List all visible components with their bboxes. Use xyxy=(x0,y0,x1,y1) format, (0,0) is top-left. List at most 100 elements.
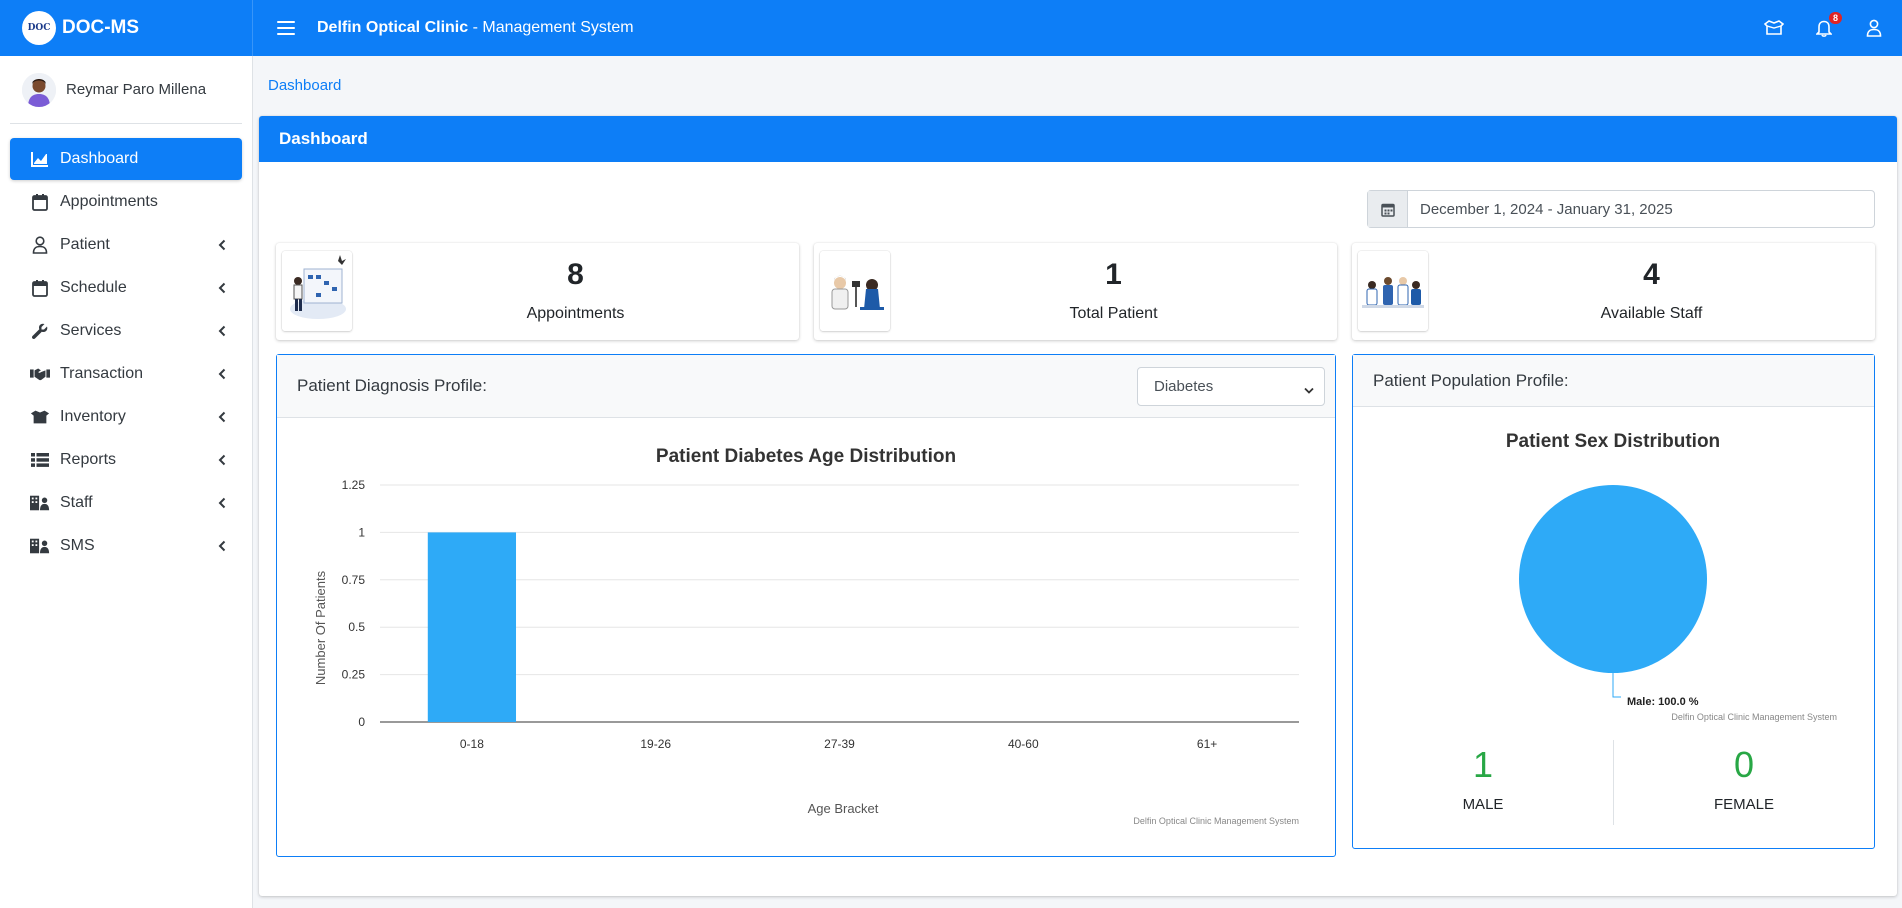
brand-logo: DOC xyxy=(22,11,56,45)
x-axis-title: Age Bracket xyxy=(808,801,879,816)
stat-value: 1 xyxy=(1105,258,1122,291)
diagnosis-select[interactable]: Diabetes xyxy=(1137,367,1325,406)
stat-available-staff[interactable]: 4 Available Staff xyxy=(1352,243,1875,340)
diagnosis-select-value: Diabetes xyxy=(1154,378,1214,395)
bell-icon[interactable]: 8 xyxy=(1814,12,1842,38)
sidebar-item-transaction[interactable]: Transaction xyxy=(10,353,242,395)
sidebar-item-label: Schedule xyxy=(60,279,127,296)
diagnosis-bar-chart: Patient Diabetes Age Distribution 00.250… xyxy=(313,446,1299,826)
stat-label: Appointments xyxy=(526,305,625,322)
sidebar-item-label: Transaction xyxy=(60,365,143,382)
user-panel[interactable]: Reymar Paro Millena xyxy=(10,56,242,124)
pie-slice[interactable] xyxy=(1519,485,1707,673)
wrench-icon xyxy=(30,321,50,341)
date-range-input[interactable]: December 1, 2024 - January 31, 2025 xyxy=(1408,191,1673,227)
clinic-name: Delfin Optical Clinic xyxy=(317,19,469,36)
sidebar-item-label: Inventory xyxy=(60,408,126,425)
chevron-left-icon xyxy=(218,496,226,514)
chart-credit: Delfin Optical Clinic Management System xyxy=(1671,712,1837,722)
sidebar-item-label: SMS xyxy=(60,537,95,554)
chart-area-icon xyxy=(30,149,50,169)
sidebar-item-inventory[interactable]: Inventory xyxy=(10,396,242,438)
user-name: Reymar Paro Millena xyxy=(66,81,207,98)
notification-badge: 8 xyxy=(1828,12,1842,24)
male-count: 1 xyxy=(1472,744,1494,785)
dashboard-card-title: Dashboard xyxy=(259,116,1897,162)
sidebar-item-services[interactable]: Services xyxy=(10,310,242,352)
sidebar-item-label: Staff xyxy=(60,494,93,511)
diagnosis-panel-title: Patient Diagnosis Profile: xyxy=(297,376,487,395)
sidebar-item-schedule[interactable]: Schedule xyxy=(10,267,242,309)
male-label: MALE xyxy=(1462,796,1504,813)
chart-bars xyxy=(427,532,517,722)
female-count-block: 0 FEMALE xyxy=(1613,740,1874,825)
sidebar-nav: Dashboard Appointments Patient Schedule … xyxy=(0,124,252,567)
y-tick-label: 0.5 xyxy=(348,620,365,634)
calendar-icon xyxy=(30,192,50,212)
bar[interactable] xyxy=(427,532,517,722)
y-tick-label: 0.75 xyxy=(342,573,366,587)
pie-slices xyxy=(1519,485,1707,698)
population-panel-header: Patient Population Profile: xyxy=(1353,355,1874,407)
chart-credit: Delfin Optical Clinic Management System xyxy=(1133,816,1299,826)
population-panel: Patient Population Profile: Patient Sex … xyxy=(1352,354,1875,849)
chart-y-ticks: 0 0.25 0.5 0.75 1 1.25 xyxy=(342,478,366,729)
stat-label: Total Patient xyxy=(1069,305,1158,322)
brand-text: DOC-MS xyxy=(62,17,140,38)
menu-toggle-icon[interactable] xyxy=(277,21,295,35)
sidebar: Reymar Paro Millena Dashboard Appointmen… xyxy=(0,56,253,908)
sidebar-item-dashboard[interactable]: Dashboard xyxy=(10,138,242,180)
diagnosis-panel-header: Patient Diagnosis Profile: Diabetes xyxy=(277,355,1335,418)
content-area: Dashboard Dashboard December 1, 2024 - J… xyxy=(254,56,1902,908)
breadcrumb[interactable]: Dashboard xyxy=(268,77,341,94)
chevron-left-icon xyxy=(218,539,226,557)
chevron-left-icon xyxy=(218,410,226,428)
pie-label-connector xyxy=(1612,673,1621,698)
date-range-picker[interactable]: December 1, 2024 - January 31, 2025 xyxy=(1367,190,1875,228)
user-icon xyxy=(30,235,50,255)
chart-title: Patient Sex Distribution xyxy=(1506,431,1720,452)
users-building-icon xyxy=(30,536,50,556)
chevron-left-icon xyxy=(218,324,226,342)
x-tick-label: 19-26 xyxy=(640,737,671,751)
sidebar-item-appointments[interactable]: Appointments xyxy=(10,181,242,223)
population-panel-title: Patient Population Profile: xyxy=(1373,370,1569,390)
y-tick-label: 0.25 xyxy=(342,668,366,682)
sidebar-item-staff[interactable]: Staff xyxy=(10,482,242,524)
stat-appointments[interactable]: 8 Appointments xyxy=(276,243,799,340)
stat-total-patient[interactable]: 1 Total Patient xyxy=(814,243,1337,340)
sidebar-item-patient[interactable]: Patient xyxy=(10,224,242,266)
stat-value: 8 xyxy=(567,258,584,291)
male-count-block: 1 MALE xyxy=(1353,740,1613,825)
brand[interactable]: DOC DOC-MS xyxy=(0,0,253,56)
x-tick-label: 61+ xyxy=(1197,737,1217,751)
diagnosis-panel: Patient Diagnosis Profile: Diabetes Pati… xyxy=(276,354,1336,857)
stat-label: Available Staff xyxy=(1600,305,1703,322)
calendar-icon xyxy=(30,278,50,298)
y-tick-label: 1.25 xyxy=(342,478,366,492)
female-label: FEMALE xyxy=(1713,796,1774,813)
system-name: - Management System xyxy=(468,19,634,36)
handshake-icon xyxy=(30,364,50,384)
sidebar-item-reports[interactable]: Reports xyxy=(10,439,242,481)
sidebar-item-label: Patient xyxy=(60,236,110,253)
female-count: 0 xyxy=(1733,744,1755,785)
staff-illustration xyxy=(1358,251,1428,331)
chart-gridlines xyxy=(380,484,1299,723)
y-tick-label: 1 xyxy=(358,525,365,539)
box-open-icon xyxy=(30,407,50,427)
sidebar-item-sms[interactable]: SMS xyxy=(10,525,242,567)
y-tick-label: 0 xyxy=(358,715,365,729)
box-icon[interactable] xyxy=(1764,18,1784,38)
user-icon[interactable] xyxy=(1864,18,1884,38)
avatar xyxy=(22,72,56,107)
stat-value: 4 xyxy=(1643,258,1660,291)
chevron-left-icon xyxy=(218,281,226,299)
chart-title: Patient Diabetes Age Distribution xyxy=(656,446,956,467)
calendar-icon xyxy=(1368,191,1408,227)
patients-illustration xyxy=(820,251,890,331)
x-tick-label: 27-39 xyxy=(824,737,855,751)
pie-slice-label: Male: 100.0 % xyxy=(1627,696,1699,708)
top-navbar: DOC DOC-MS Delfin Optical Clinic - Manag… xyxy=(0,0,1902,56)
chevron-left-icon xyxy=(218,367,226,385)
